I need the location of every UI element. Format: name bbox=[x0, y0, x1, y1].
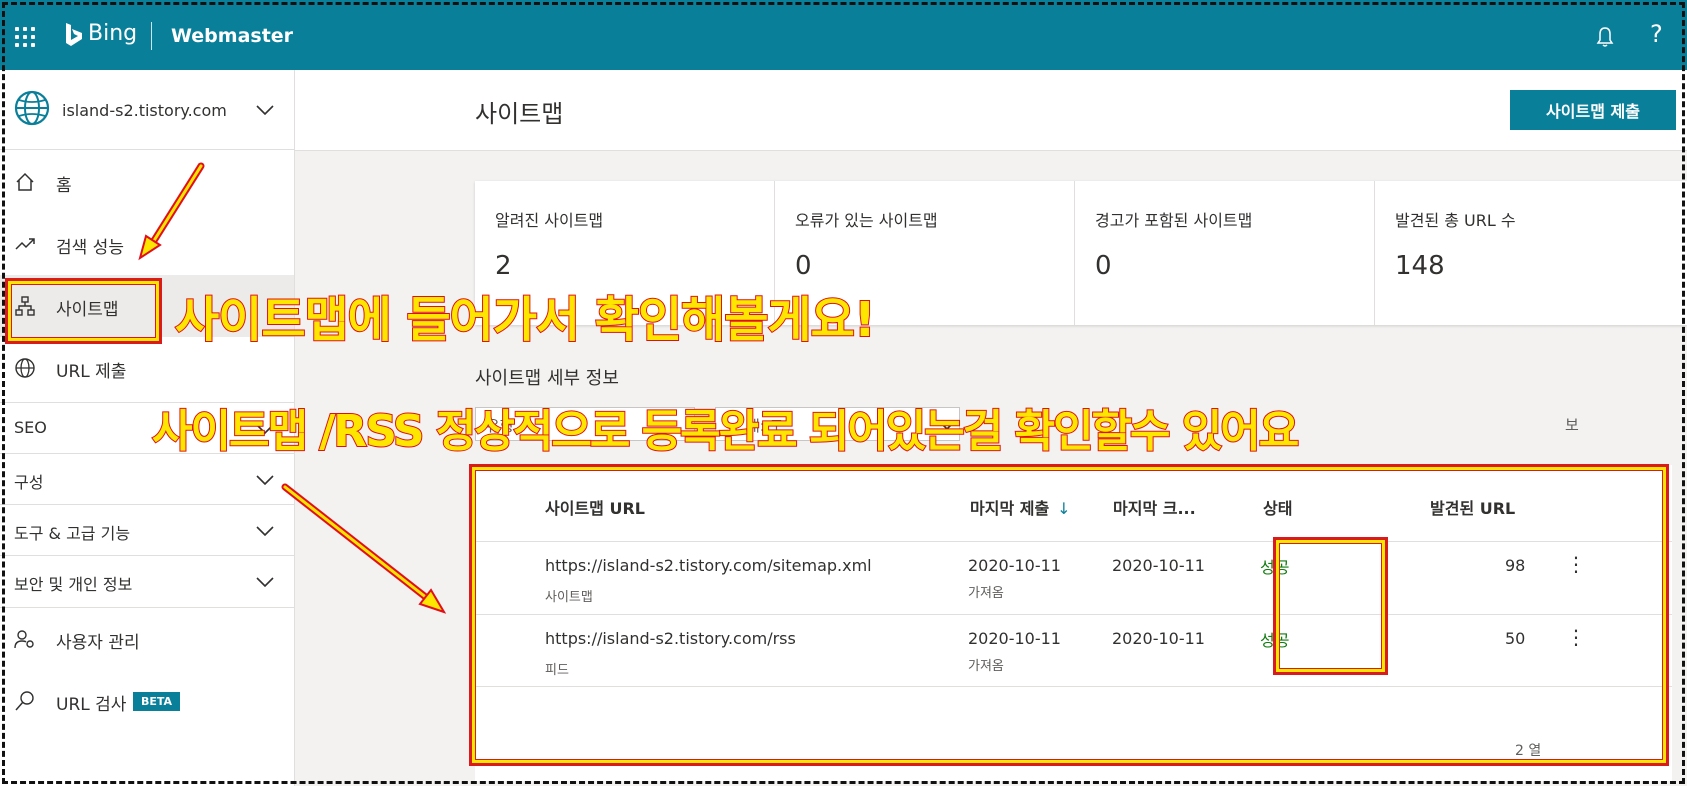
found-url-count: 50 bbox=[1505, 629, 1526, 648]
bing-logo-icon[interactable] bbox=[63, 22, 85, 48]
sidebar-section-tools[interactable]: 도구 & 고급 기능 bbox=[0, 504, 294, 555]
search-icon bbox=[15, 691, 34, 711]
more-options-icon[interactable]: ⋮ bbox=[1566, 552, 1586, 576]
divider bbox=[475, 614, 1672, 615]
section-label: 보안 및 개인 정보 bbox=[14, 575, 133, 594]
app-launcher-icon[interactable] bbox=[15, 27, 35, 47]
stat-value: 148 bbox=[1395, 251, 1445, 281]
sidebar-section-security[interactable]: 보안 및 개인 정보 bbox=[0, 555, 294, 606]
divider bbox=[475, 686, 1672, 687]
last-submitted: 2020-10-11 bbox=[968, 556, 1061, 575]
bell-icon[interactable] bbox=[1596, 26, 1614, 48]
chevron-down-icon bbox=[256, 475, 274, 485]
last-crawled: 2020-10-11 bbox=[1112, 556, 1205, 575]
divider bbox=[151, 22, 152, 50]
sidebar-item-search-performance[interactable]: 검색 성능 bbox=[0, 213, 294, 275]
sort-descending-icon: ↓ bbox=[1057, 499, 1071, 518]
sidebar-item-url-inspection[interactable]: URL 검사 BETA bbox=[0, 670, 294, 732]
filter-label: 보 bbox=[1565, 416, 1579, 434]
sidebar-item-label: 사이트맵 bbox=[56, 300, 119, 320]
page-header: 사이트맵 사이트맵 제출 bbox=[295, 70, 1687, 151]
sitemap-type: 피드 bbox=[545, 663, 569, 678]
column-header-status[interactable]: 상태 bbox=[1263, 495, 1292, 519]
sitemap-url[interactable]: https://island-s2.tistory.com/rss bbox=[545, 629, 796, 648]
stat-label: 발견된 총 URL 수 bbox=[1395, 211, 1516, 230]
more-options-icon[interactable]: ⋮ bbox=[1566, 625, 1586, 649]
sidebar-item-label: URL 제출 bbox=[56, 362, 127, 382]
sidebar-section-config[interactable]: 구성 bbox=[0, 453, 294, 504]
sidebar-item-label: 홈 bbox=[56, 176, 72, 196]
sidebar-item-label: 사용자 관리 bbox=[56, 633, 140, 653]
section-label: SEO bbox=[14, 418, 47, 437]
sidebar-item-home[interactable]: 홈 bbox=[0, 151, 294, 213]
submitted-note: 가져옴 bbox=[968, 659, 1004, 674]
chevron-down-icon[interactable] bbox=[256, 105, 274, 115]
submit-sitemap-button[interactable]: 사이트맵 제출 bbox=[1510, 90, 1676, 130]
sitemap-icon bbox=[15, 296, 35, 316]
stat-value: 0 bbox=[795, 251, 812, 281]
status-badge: 성공 bbox=[1260, 558, 1290, 577]
stat-value: 0 bbox=[1095, 251, 1112, 281]
details-title: 사이트맵 세부 정보 bbox=[475, 368, 619, 389]
section-label: 구성 bbox=[14, 473, 44, 492]
found-url-count: 98 bbox=[1505, 556, 1526, 575]
sidebar-item-label: 검색 성능 bbox=[56, 238, 124, 258]
stat-label: 경고가 포함된 사이트맵 bbox=[1095, 211, 1253, 230]
section-label: 도구 & 고급 기능 bbox=[14, 524, 131, 543]
column-header-found-urls[interactable]: 발견된 URL bbox=[1430, 495, 1515, 519]
chevron-down-icon bbox=[256, 526, 274, 536]
status-badge: 성공 bbox=[1260, 631, 1290, 650]
last-submitted: 2020-10-11 bbox=[968, 629, 1061, 648]
column-header-last-submitted[interactable]: 마지막 제출 ↓ bbox=[970, 495, 1071, 519]
top-bar: Bing Webmaster ? bbox=[0, 0, 1687, 70]
header-label: 마지막 제출 bbox=[970, 499, 1050, 518]
sitemap-url[interactable]: https://island-s2.tistory.com/sitemap.xm… bbox=[545, 556, 872, 575]
chevron-down-icon bbox=[256, 577, 274, 587]
home-icon bbox=[16, 172, 34, 191]
brand-name: Bing bbox=[88, 21, 138, 46]
globe-icon bbox=[14, 90, 50, 126]
stat-warning-sitemaps: 경고가 포함된 사이트맵 0 bbox=[1075, 181, 1375, 325]
trend-icon bbox=[15, 238, 35, 250]
sidebar-item-label: URL 검사 bbox=[56, 695, 127, 715]
beta-badge: BETA bbox=[133, 692, 181, 711]
user-settings-icon bbox=[14, 630, 34, 649]
site-name: island-s2.tistory.com bbox=[62, 101, 227, 120]
stat-label: 알려진 사이트맵 bbox=[495, 211, 604, 230]
product-name[interactable]: Webmaster bbox=[171, 25, 293, 47]
sidebar-item-user-management[interactable]: 사용자 관리 bbox=[0, 607, 294, 669]
sitemap-table: 사이트맵 URL 마지막 제출 ↓ 마지막 크... 상태 발견된 URL htt… bbox=[475, 465, 1672, 781]
stat-label: 오류가 있는 사이트맵 bbox=[795, 211, 938, 230]
stat-total-urls: 발견된 총 URL 수 148 bbox=[1375, 181, 1675, 325]
page-title: 사이트맵 bbox=[475, 100, 564, 128]
submitted-note: 가져옴 bbox=[968, 586, 1004, 601]
row-count: 2 열 bbox=[1515, 743, 1542, 759]
annotation-caption: 사이트맵에 들어가서 확인해볼게요! bbox=[174, 291, 877, 349]
globe-icon bbox=[15, 358, 35, 378]
help-icon[interactable]: ? bbox=[1650, 20, 1663, 48]
column-header-last-crawled[interactable]: 마지막 크... bbox=[1113, 495, 1196, 519]
column-header-url[interactable]: 사이트맵 URL bbox=[545, 495, 645, 519]
last-crawled: 2020-10-11 bbox=[1112, 629, 1205, 648]
annotation-caption: 사이트맵 /RSS 정상적으로 등록완료 되어있는걸 확인할수 있어요 bbox=[151, 405, 1300, 458]
stat-value: 2 bbox=[495, 251, 512, 281]
divider bbox=[475, 541, 1672, 542]
table-options[interactable]: 보 bbox=[1525, 407, 1665, 441]
sitemap-type: 사이트맵 bbox=[545, 590, 593, 605]
site-selector[interactable]: island-s2.tistory.com bbox=[0, 70, 294, 150]
